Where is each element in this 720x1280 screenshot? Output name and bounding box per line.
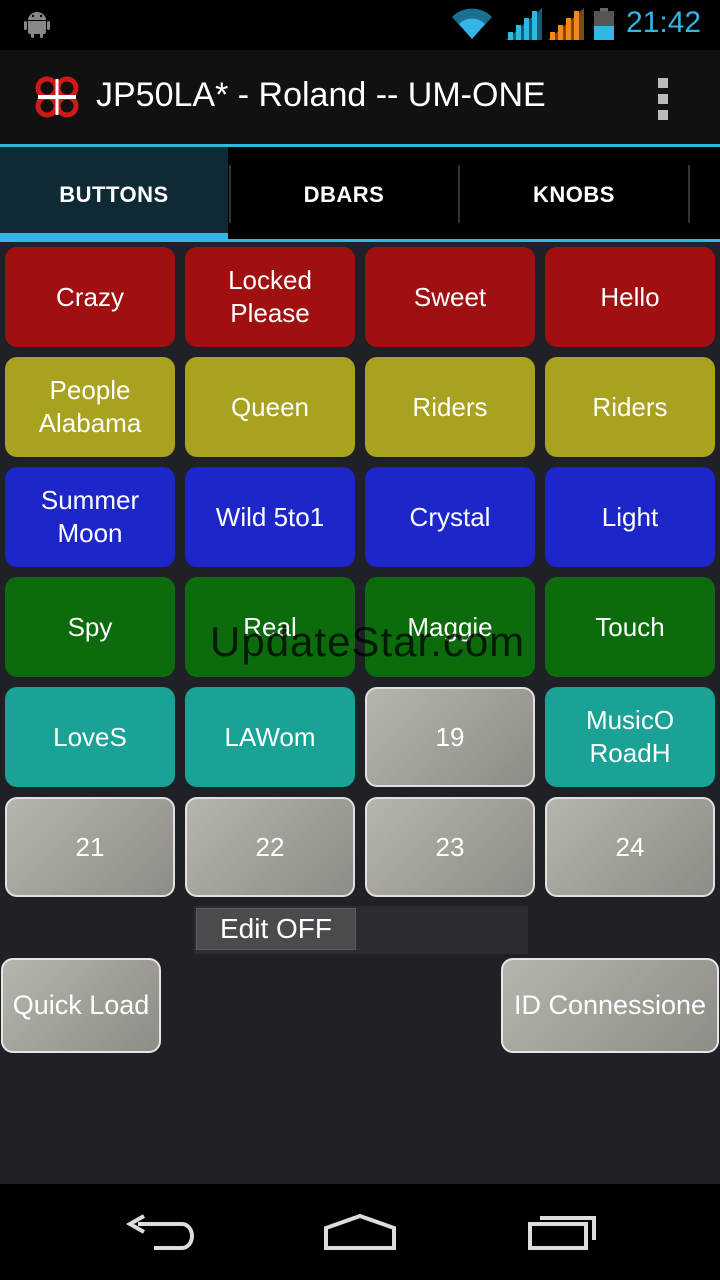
tab-dbars[interactable]: DBARS [230, 147, 458, 242]
tab-divider [688, 165, 690, 223]
status-clock: 21:42 [626, 6, 702, 39]
home-icon[interactable] [322, 1210, 398, 1254]
preset-button[interactable]: Hello [545, 247, 715, 347]
preset-button[interactable]: Light [545, 467, 715, 567]
preset-button[interactable]: Sweet [365, 247, 535, 347]
preset-button[interactable]: Queen [185, 357, 355, 457]
preset-button[interactable]: Spy [5, 577, 175, 677]
tab-underline [228, 239, 720, 242]
wifi-icon [452, 8, 492, 39]
preset-button[interactable]: MusicO RoadH [545, 687, 715, 787]
preset-button[interactable]: LAWom [185, 687, 355, 787]
tab-selected-indicator [0, 233, 228, 242]
id-connection-button[interactable]: ID Connessione [501, 958, 719, 1053]
back-icon[interactable] [124, 1210, 196, 1254]
edit-toggle-button[interactable]: Edit OFF [196, 908, 356, 950]
app-title: JP50LA* - Roland -- UM-ONE [96, 76, 546, 114]
preset-button[interactable]: 19 [365, 687, 535, 787]
preset-button[interactable]: 23 [365, 797, 535, 897]
signal-icon [506, 8, 542, 40]
preset-button[interactable]: Crazy [5, 247, 175, 347]
preset-button[interactable]: LoveS [5, 687, 175, 787]
overflow-menu-icon[interactable] [650, 78, 676, 122]
preset-button[interactable]: Touch [545, 577, 715, 677]
preset-button[interactable]: Riders [545, 357, 715, 457]
preset-button[interactable]: Summer Moon [5, 467, 175, 567]
preset-button[interactable]: Riders [365, 357, 535, 457]
signal-icon [548, 8, 584, 40]
preset-button[interactable]: Locked Please [185, 247, 355, 347]
tab-buttons[interactable]: BUTTONS [0, 147, 228, 242]
recents-icon[interactable] [524, 1210, 600, 1254]
tab-bar: BUTTONS DBARS KNOBS [0, 144, 720, 242]
watermark: UpdateStar.com [210, 618, 526, 665]
preset-button[interactable]: 21 [5, 797, 175, 897]
preset-button[interactable]: Wild 5to1 [185, 467, 355, 567]
preset-button[interactable]: Crystal [365, 467, 535, 567]
tab-knobs[interactable]: KNOBS [460, 147, 688, 242]
status-bar: 21:42 [0, 0, 720, 50]
app-logo-icon [35, 76, 79, 118]
quick-load-button[interactable]: Quick Load [1, 958, 161, 1053]
preset-button[interactable]: 24 [545, 797, 715, 897]
action-bar: JP50LA* - Roland -- UM-ONE [0, 50, 720, 144]
navigation-bar [0, 1184, 720, 1280]
preset-button[interactable]: 22 [185, 797, 355, 897]
battery-icon [594, 8, 614, 40]
preset-button[interactable]: People Alabama [5, 357, 175, 457]
android-icon [24, 12, 50, 38]
